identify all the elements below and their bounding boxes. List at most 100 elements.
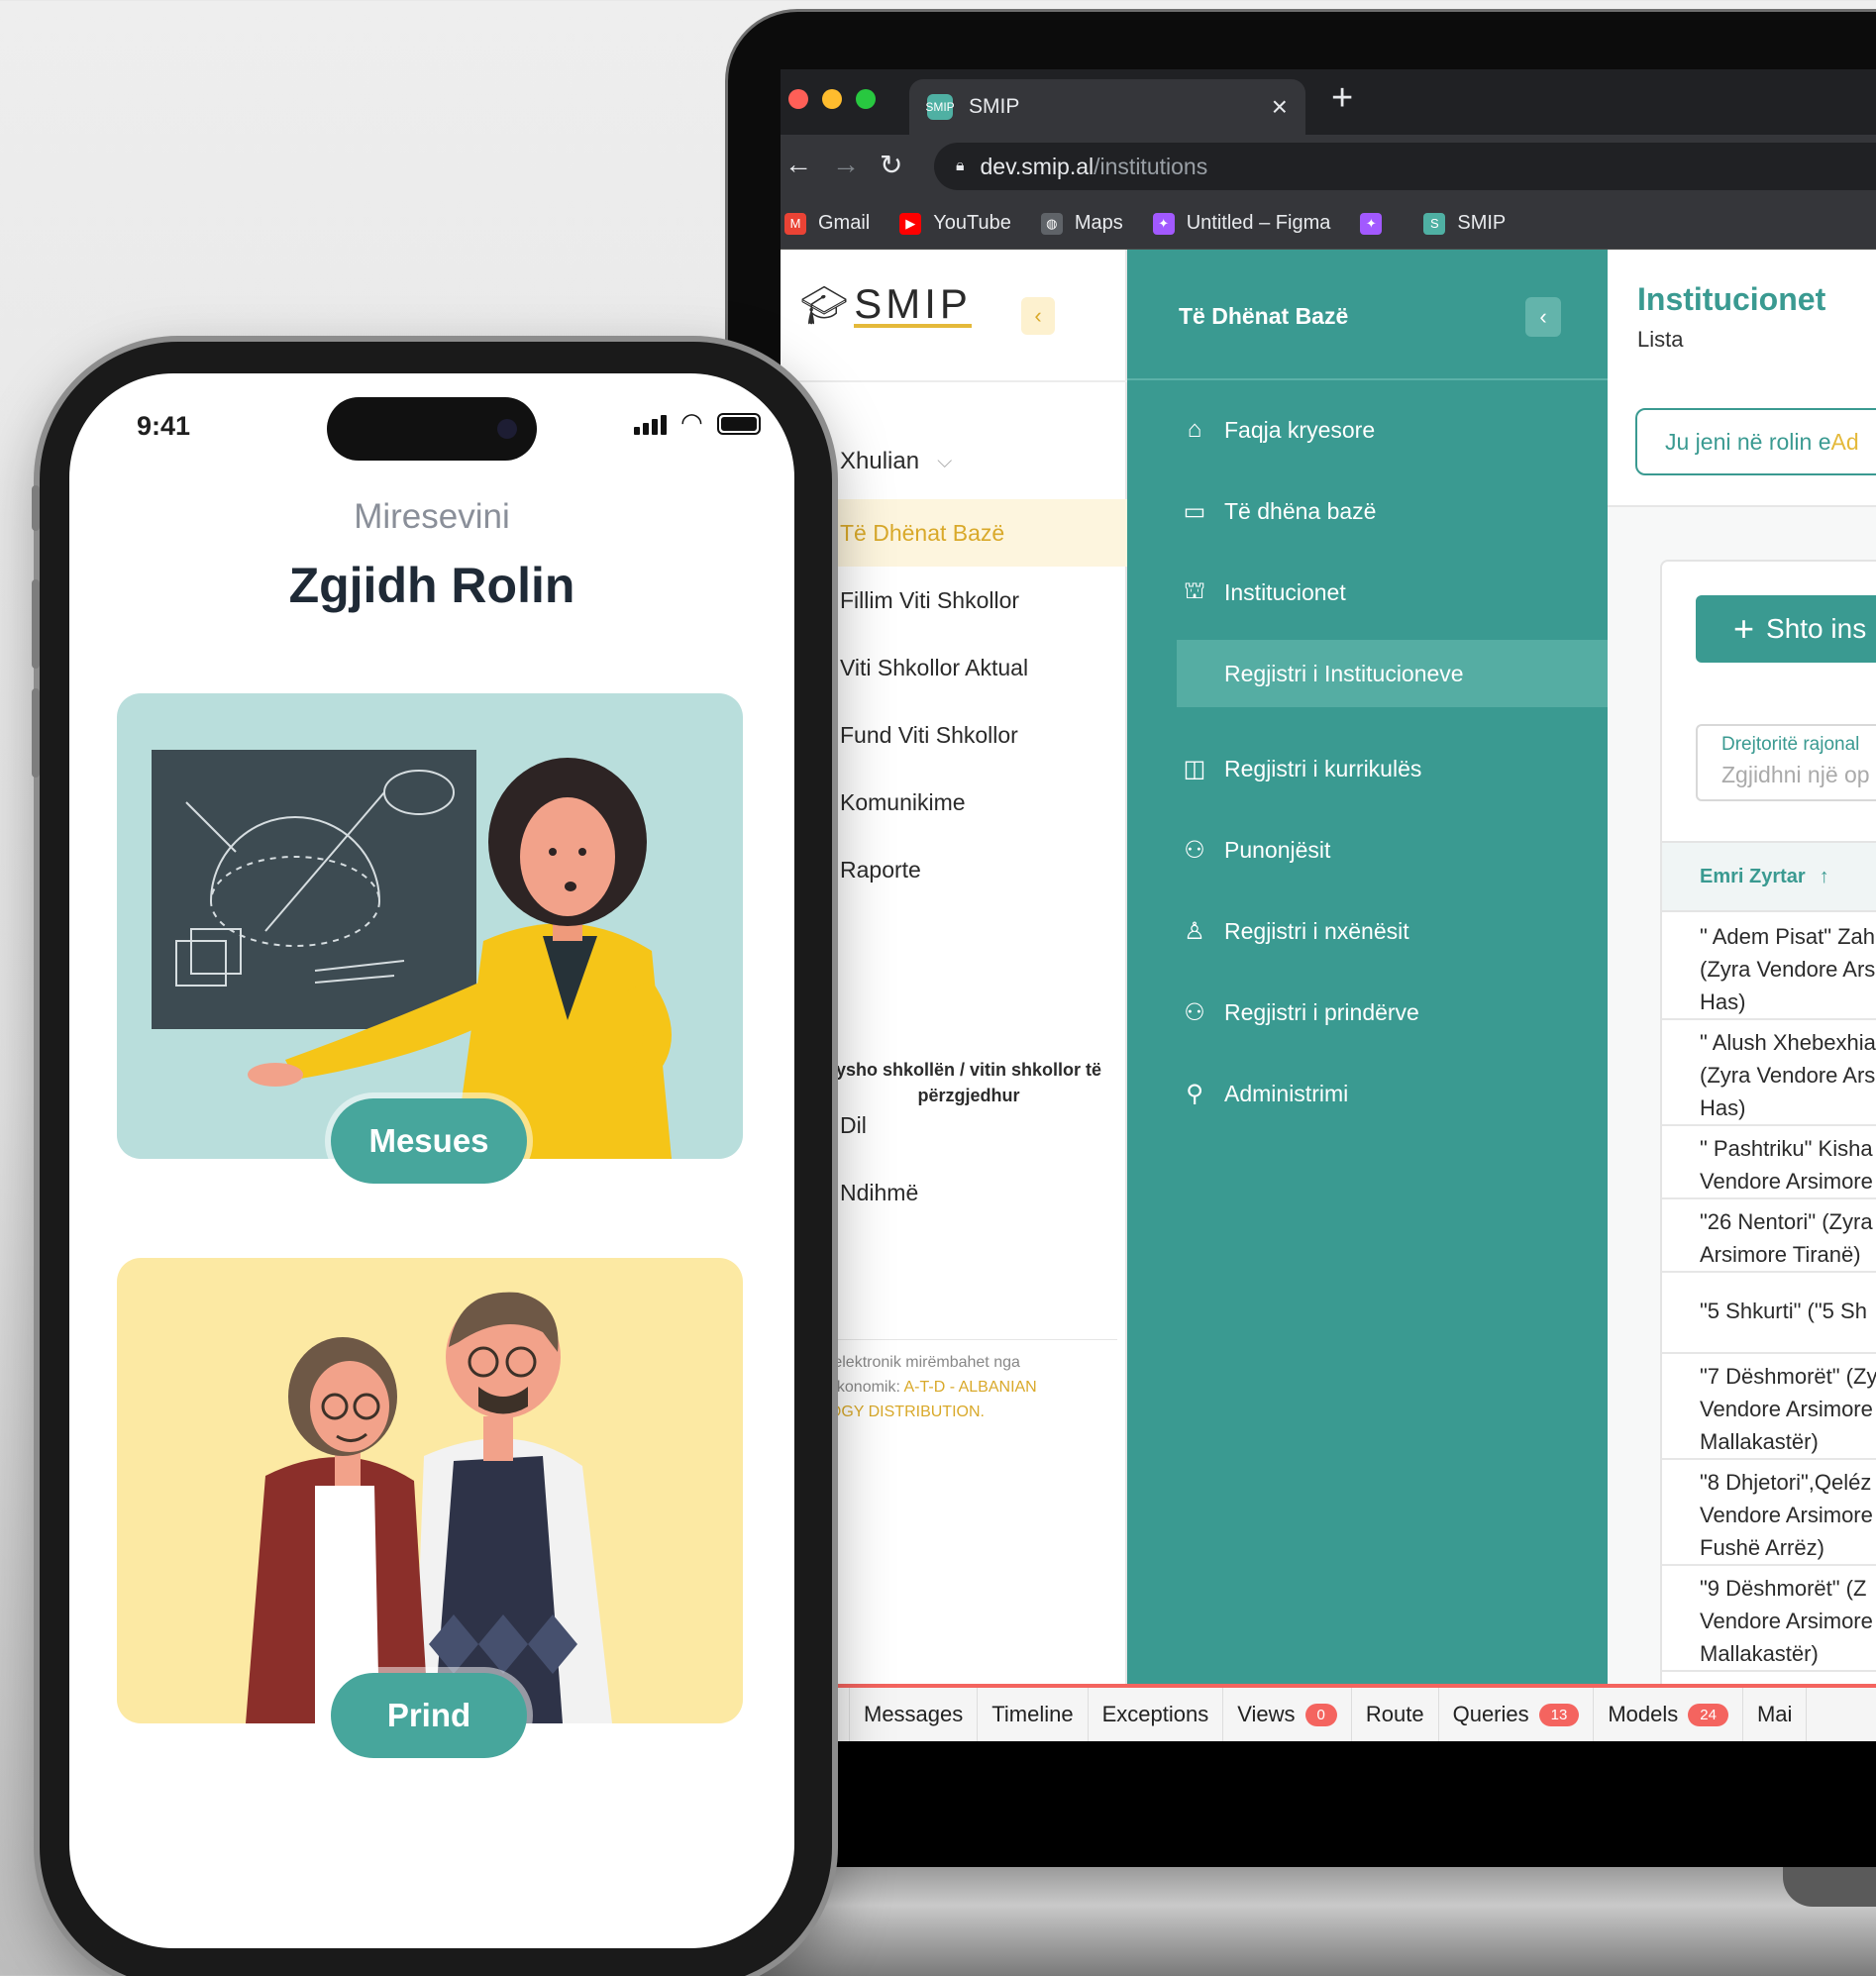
teacher-role-card[interactable]: Mesues — [117, 693, 743, 1184]
smip-favicon: SMIP — [925, 94, 955, 120]
minimize-window-button[interactable] — [822, 89, 842, 109]
page-header: Institucionet Lista Ju jeni në rolin e A… — [1608, 250, 1876, 507]
close-window-button[interactable] — [788, 89, 808, 109]
phone-screen: 9:41 ◠ Miresevini Zgjidh Rolin Mesues Pr… — [69, 373, 794, 1948]
table-row[interactable]: " Adem Pisat" Zah (Zyra Vendore Ars Has) — [1662, 914, 1876, 1020]
laptop-hinge — [1783, 1867, 1876, 1907]
sidebar-item[interactable]: Viti Shkollor Aktual — [781, 634, 1127, 701]
status-icons: ◠ — [634, 409, 761, 435]
submenu-item[interactable]: ◫ Regjistri i kurrikulës — [1127, 735, 1608, 802]
sidebar-item-logout[interactable]: Dil — [781, 1092, 1127, 1159]
parent-role-button[interactable]: Prind — [331, 1673, 527, 1758]
debug-tab[interactable]: Mai — [1743, 1688, 1808, 1741]
volume-down-button — [32, 688, 40, 778]
table-row[interactable]: " Pashtriku" Kisha Vendore Arsimore — [1662, 1126, 1876, 1199]
role-name: Ad — [1830, 428, 1859, 455]
figma-icon: ✦ — [1360, 212, 1383, 235]
debug-tab[interactable]: Queries 13 — [1439, 1688, 1595, 1741]
collapse-submenu-button[interactable]: ‹ — [1525, 297, 1561, 337]
filter-label: Drejtoritë rajonal — [1721, 734, 1860, 755]
bookmark-item[interactable]: ◍ Maps — [1040, 212, 1123, 235]
smip-favicon: S — [1423, 212, 1446, 235]
count-badge: 24 — [1688, 1703, 1728, 1726]
back-arrow-icon[interactable]: ← — [784, 149, 812, 180]
chevron-down-icon: ⌵ — [937, 450, 953, 472]
institutions-card: + Shto ins Drejtoritë rajonal Zgjidhni n… — [1660, 560, 1876, 1684]
submenu-item[interactable]: ▭ Të dhëna bazë — [1127, 477, 1608, 545]
maximize-window-button[interactable] — [856, 89, 876, 109]
url-input[interactable]: 🔒︎ dev.smip.al/institutions — [934, 143, 1876, 190]
debug-tab[interactable]: Timeline — [978, 1688, 1089, 1741]
smip-logo[interactable]: 🎓︎ SMIP — [800, 283, 972, 328]
debug-tab[interactable]: Route — [1352, 1688, 1439, 1741]
bookmark-item[interactable]: ✦ Untitled – Figma — [1152, 212, 1331, 235]
debug-tab[interactable]: Models 24 — [1594, 1688, 1743, 1741]
sort-arrow-icon[interactable]: ↑ — [1820, 866, 1829, 888]
sidebar-item[interactable]: Raporte — [781, 836, 1127, 903]
bookmark-item[interactable]: ✦ — [1360, 212, 1394, 235]
submenu-header: Të Dhënat Bazë ‹ — [1127, 250, 1608, 380]
battery-icon — [716, 413, 761, 435]
lock-icon: 🔒︎ — [956, 157, 965, 174]
bookmark-item[interactable]: M Gmail — [784, 212, 870, 235]
submenu-item[interactable]: ⚲ Administrimi — [1127, 1060, 1608, 1127]
welcome-text: Miresevini — [354, 497, 510, 536]
user-menu[interactable]: Xhulian ⌵ — [840, 448, 952, 475]
debug-tab[interactable]: Views 0 — [1223, 1688, 1352, 1741]
region-filter-select[interactable]: Drejtoritë rajonal Zgjidhni një op — [1696, 724, 1876, 801]
table-row[interactable]: "8 Dhjetori",Qeléz Vendore Arsimore Fush… — [1662, 1460, 1876, 1566]
browser-tab[interactable]: SMIP SMIP × — [909, 79, 1305, 135]
bookmark-label: Untitled – Figma — [1186, 212, 1331, 234]
parents-illustration — [246, 1292, 612, 1723]
column-header-label: Emri Zyrtar — [1700, 865, 1806, 887]
dynamic-island — [327, 397, 537, 461]
parent-role-card[interactable]: Prind — [117, 1258, 743, 1758]
count-badge: 13 — [1538, 1703, 1580, 1726]
team-icon: ⚇ — [1184, 836, 1205, 864]
sidebar-item-help[interactable]: Ndihmë — [781, 1159, 1127, 1226]
table-row[interactable]: "26 Nentori" (Zyra Arsimore Tiranë) — [1662, 1199, 1876, 1273]
reload-icon[interactable]: ↻ — [880, 149, 902, 181]
submenu-item[interactable]: ⚇ Regjistri i prindërve — [1127, 979, 1608, 1046]
debug-tab-label: Messages — [864, 1702, 964, 1726]
new-tab-button[interactable]: + — [1331, 77, 1353, 120]
table-row[interactable]: "7 Dëshmorët" (Zy Vendore Arsimore Malla… — [1662, 1354, 1876, 1460]
bookmark-item[interactable]: S SMIP — [1423, 212, 1506, 235]
submenu-item-active[interactable]: Regjistri i Institucioneve — [1177, 640, 1608, 707]
sidebar-item[interactable]: Të Dhënat Bazë — [781, 499, 1127, 567]
url-path: /institutions — [1094, 153, 1208, 179]
page-subtitle: Lista — [1637, 327, 1684, 352]
sidebar-item[interactable]: Fund Viti Shkollor — [781, 701, 1127, 769]
submenu-item[interactable]: ⚇ Punonjësit — [1127, 816, 1608, 884]
table-row[interactable]: "9 Dëshmorët" (Z Vendore Arsimore Mallak… — [1662, 1566, 1876, 1672]
role-banner: Ju jeni në rolin e Ad — [1635, 408, 1876, 475]
debug-tab-label: Mai — [1756, 1702, 1793, 1726]
debug-tab-label: Route — [1365, 1702, 1424, 1726]
submenu-item-label: Të dhëna bazë — [1224, 497, 1377, 524]
collapse-sidebar-button[interactable]: ‹ — [1021, 297, 1055, 335]
submenu-item-label: Regjistri i kurrikulës — [1224, 755, 1422, 781]
footer-line: i ekonomik: — [820, 1379, 904, 1396]
forward-arrow-icon[interactable]: → — [832, 149, 860, 180]
sidebar-item[interactable]: Komunikime — [781, 769, 1127, 836]
tab-close-icon[interactable]: × — [1272, 91, 1288, 123]
user-icon: ♙ — [1184, 917, 1205, 945]
debug-tab[interactable]: Messages — [850, 1688, 979, 1741]
graduation-cap-icon: 🎓︎ — [800, 285, 849, 327]
debug-tab[interactable]: Exceptions — [1089, 1688, 1224, 1741]
debug-tab-label: Views — [1237, 1702, 1296, 1726]
submenu-item[interactable]: ⌂ Faqja kryesore — [1127, 396, 1608, 464]
mute-switch — [32, 485, 40, 531]
table-row[interactable]: "5 Shkurti" ("5 Sh — [1662, 1273, 1876, 1354]
add-institution-button[interactable]: + Shto ins — [1696, 595, 1876, 663]
submenu-item[interactable]: ♙ Regjistri i nxënësit — [1127, 897, 1608, 965]
browser-tab-bar: SMIP SMIP × + — [781, 69, 1876, 135]
main-sidebar: 🎓︎ SMIP ‹ Xhulian ⌵ Të Dhënat Bazë Fillim… — [781, 250, 1127, 1684]
teacher-role-button[interactable]: Mesues — [331, 1098, 527, 1184]
add-button-label: Shto ins — [1766, 613, 1867, 644]
sidebar-item[interactable]: Fillim Viti Shkollor — [781, 567, 1127, 634]
table-header-official-name[interactable]: Emri Zyrtar ↑ — [1662, 841, 1876, 912]
bookmark-item[interactable]: ▶ YouTube — [899, 212, 1011, 235]
submenu-item[interactable]: ⛫ Institucionet — [1127, 559, 1608, 626]
table-row[interactable]: " Alush Xhebexhia (Zyra Vendore Ars Has) — [1662, 1020, 1876, 1126]
